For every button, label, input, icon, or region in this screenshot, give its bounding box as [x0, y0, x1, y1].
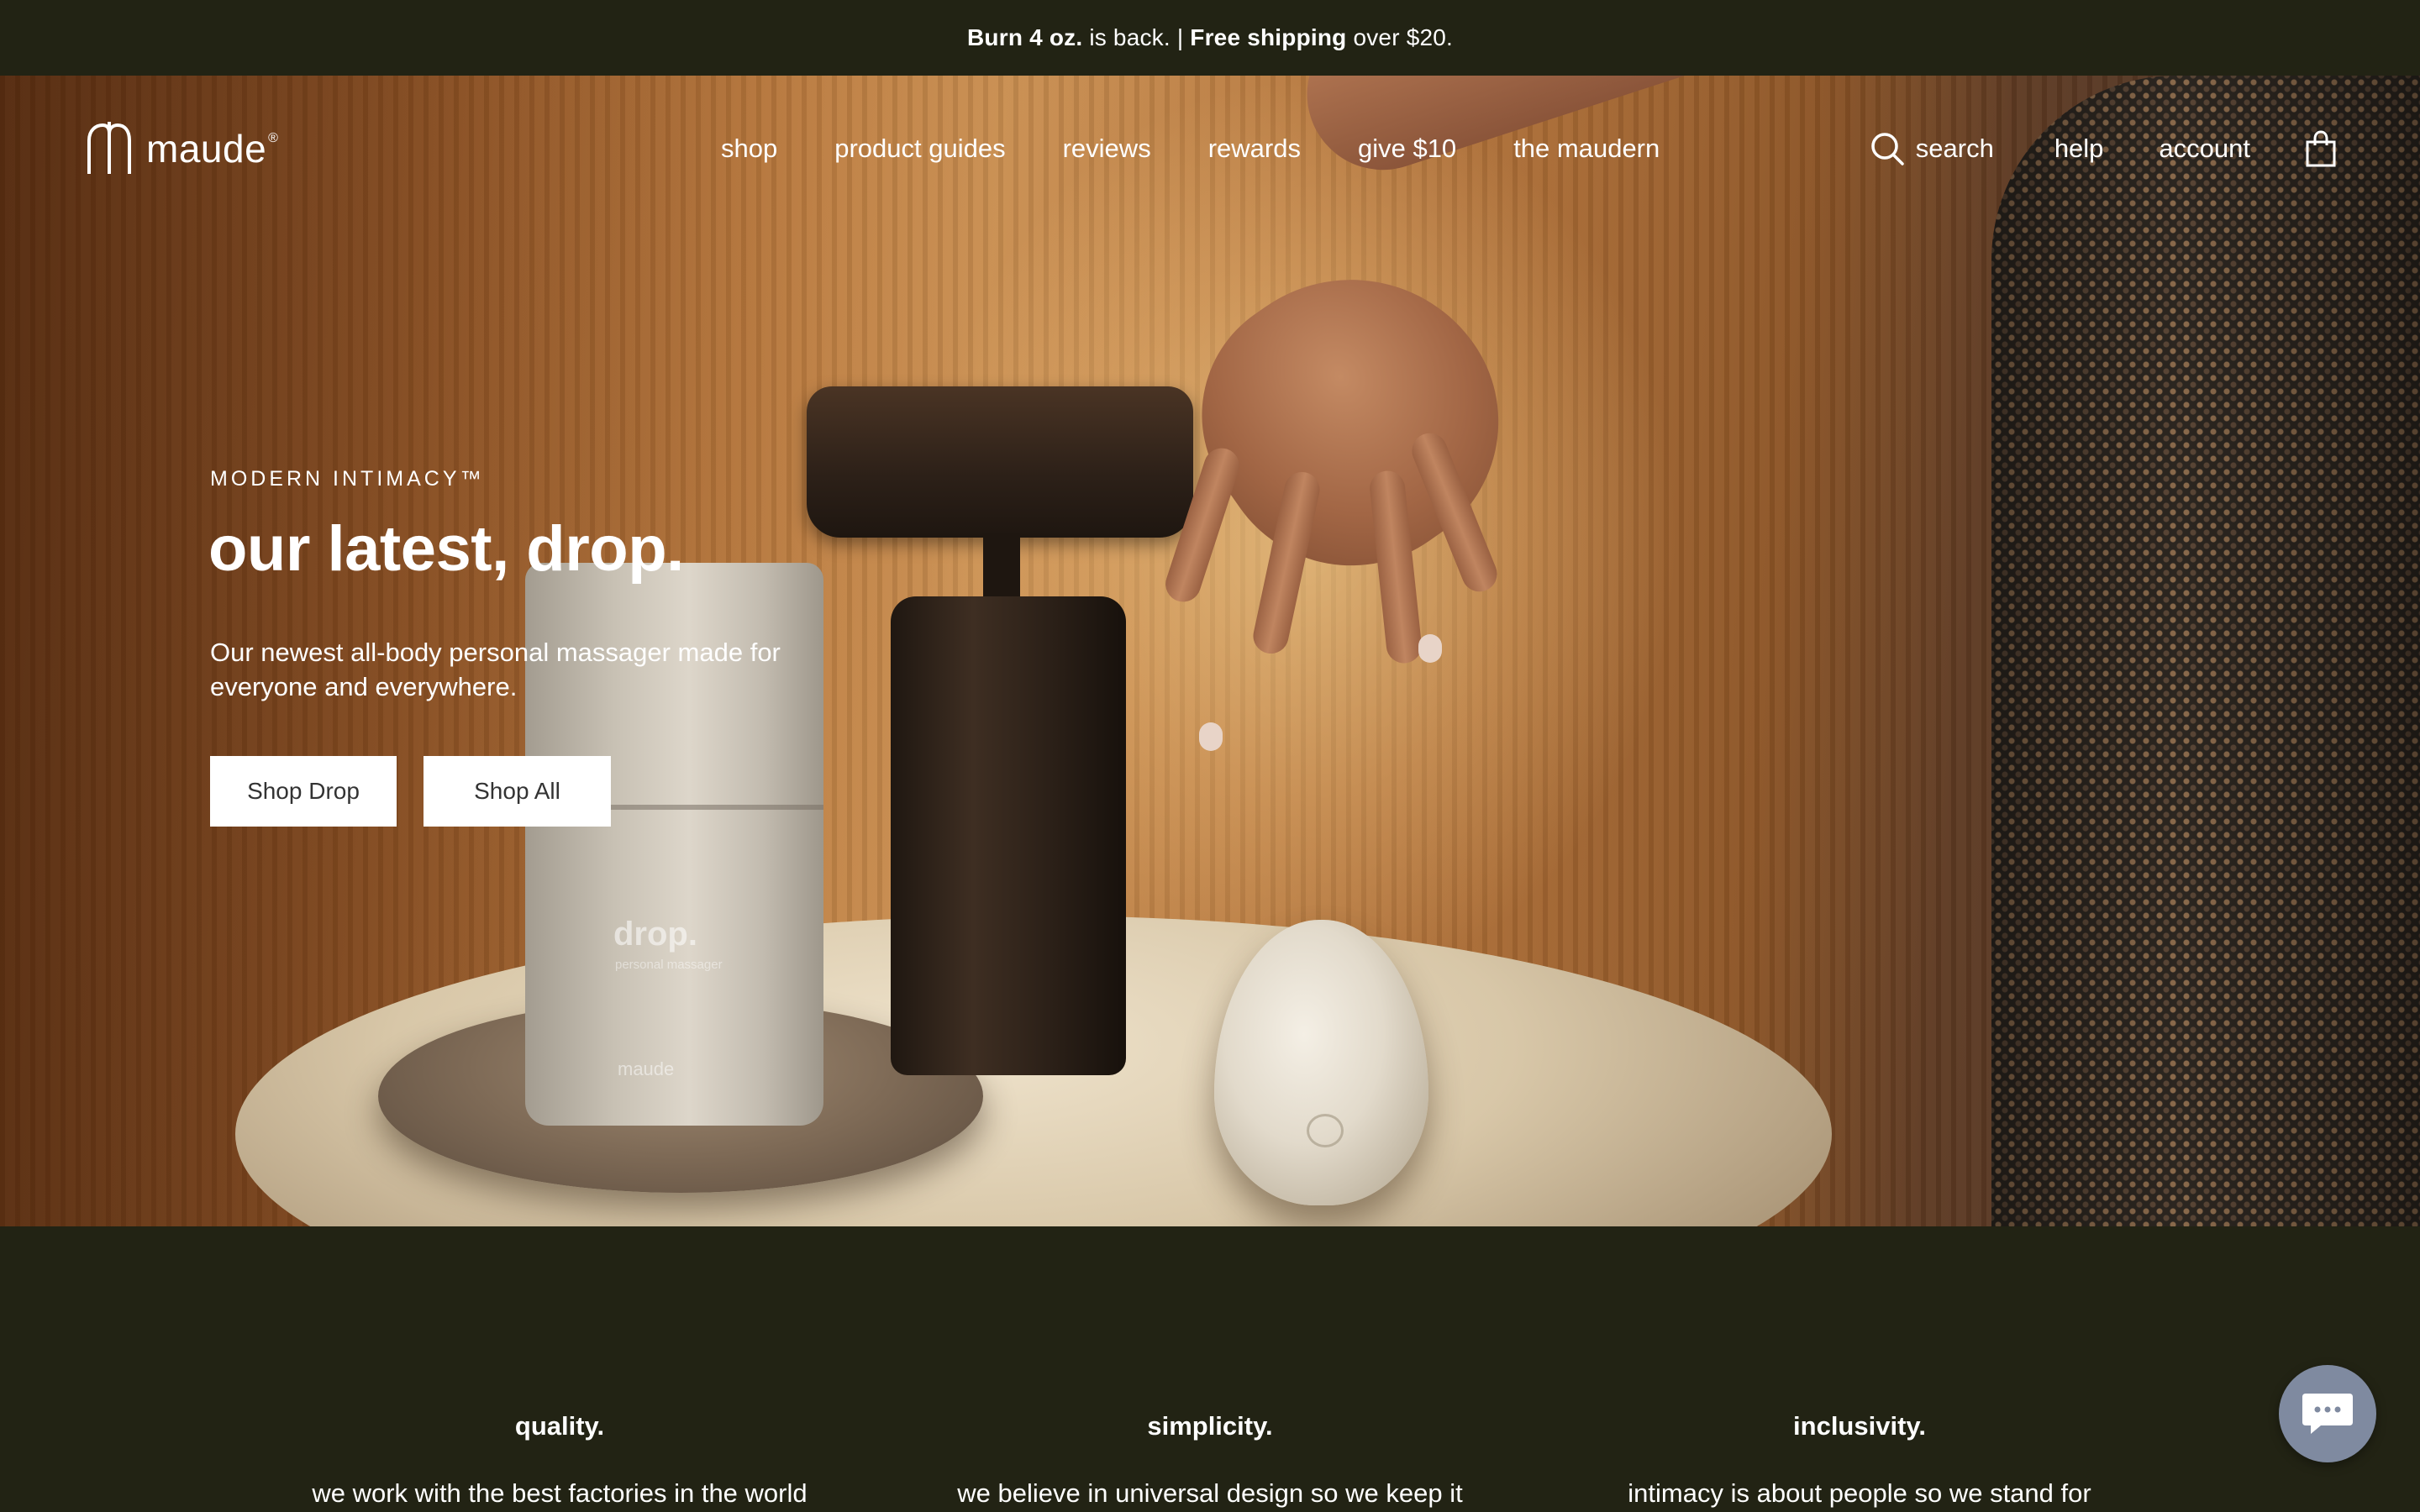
- hero-subcopy: Our newest all-body personal massager ma…: [210, 638, 781, 701]
- announcement-burn[interactable]: Burn 4 oz.: [967, 24, 1082, 51]
- drop-logo-mark: [1307, 1114, 1344, 1147]
- hero-headline: our latest, drop.: [208, 513, 684, 585]
- announcement-text-1: is back. |: [1082, 24, 1191, 50]
- canister-brand-label: maude: [618, 1058, 675, 1079]
- value-title: inclusivity.: [1793, 1411, 1926, 1441]
- value-title: simplicity.: [1147, 1411, 1273, 1441]
- search-button[interactable]: search: [1870, 132, 1994, 165]
- nav-product-guides[interactable]: product guides: [834, 134, 1005, 164]
- value-inclusivity: inclusivity. intimacy is about people so…: [1557, 1411, 2162, 1509]
- help-link[interactable]: help: [2054, 134, 2104, 164]
- value-text: we work with the best factories in the w…: [312, 1478, 808, 1508]
- chat-button[interactable]: [2279, 1365, 2376, 1462]
- nav-reviews[interactable]: reviews: [1063, 134, 1151, 164]
- maude-logo-icon: [87, 122, 131, 174]
- brand-name: maude: [146, 127, 267, 171]
- value-quality: quality. we work with the best factories…: [257, 1411, 862, 1509]
- shop-all-button[interactable]: Shop All: [424, 756, 611, 827]
- announcement-bar: Burn 4 oz. is back. | Free shipping over…: [0, 0, 2420, 76]
- hero-eyebrow: MODERN INTIMACY™: [210, 467, 485, 491]
- chair-shadow: [1991, 76, 2420, 1226]
- account-link[interactable]: account: [2159, 134, 2250, 164]
- brand-registered: ®: [268, 131, 278, 145]
- announcement-free-shipping[interactable]: Free shipping: [1190, 24, 1346, 51]
- canister-product-label: drop.: [613, 916, 697, 953]
- nav-the-maudern[interactable]: the maudern: [1513, 134, 1660, 164]
- lamp-shade-image: [807, 386, 1193, 538]
- announcement-text-2: over $20.: [1346, 24, 1453, 50]
- utility-nav: search help account: [1870, 126, 2336, 171]
- nav-shop[interactable]: shop: [721, 134, 777, 164]
- value-text: we believe in universal design so we kee…: [957, 1478, 1463, 1508]
- search-label: search: [1915, 134, 1994, 163]
- fingernail-image: [1418, 634, 1442, 663]
- lamp-base-image: [891, 596, 1126, 1075]
- shopping-bag-icon[interactable]: [2306, 130, 2336, 167]
- value-simplicity: simplicity. we believe in universal desi…: [908, 1411, 1512, 1509]
- nav-give-10[interactable]: give $10: [1358, 134, 1456, 164]
- brand-logo[interactable]: maude ®: [84, 122, 278, 176]
- fingernail-image: [1199, 722, 1223, 751]
- main-nav: shop product guides reviews rewards give…: [721, 128, 1660, 170]
- shop-drop-button[interactable]: Shop Drop: [210, 756, 397, 827]
- nav-rewards[interactable]: rewards: [1208, 134, 1301, 164]
- chat-icon: [2302, 1394, 2353, 1434]
- value-title: quality.: [514, 1411, 605, 1441]
- search-icon: [1871, 133, 1904, 165]
- canister-product-sub: personal massager: [615, 958, 723, 972]
- value-text: intimacy is about people so we stand for: [1628, 1478, 2091, 1508]
